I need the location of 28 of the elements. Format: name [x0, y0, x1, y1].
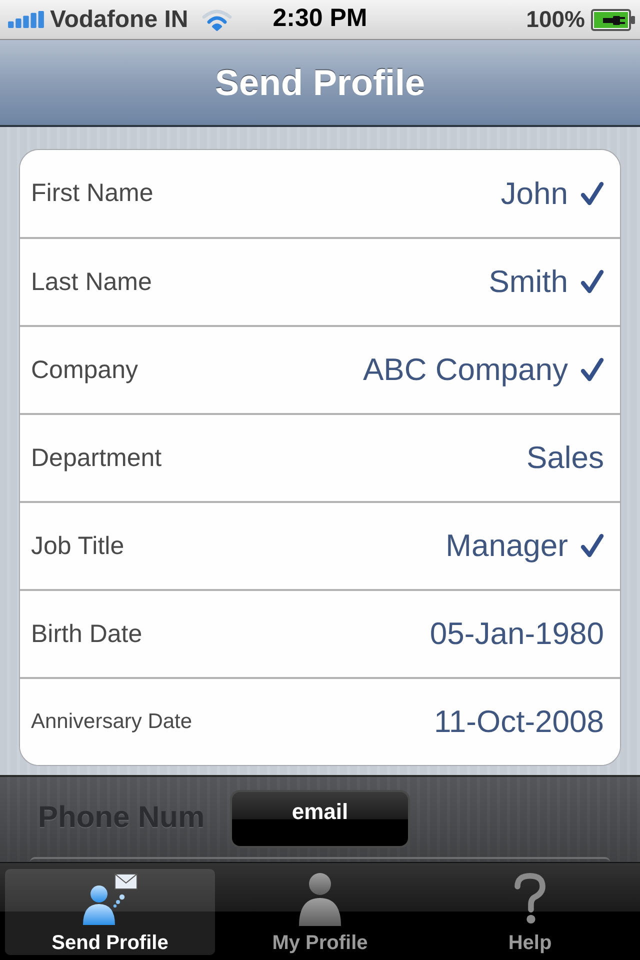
person-icon	[298, 872, 342, 928]
battery-percentage: 100%	[526, 6, 585, 33]
wifi-icon	[202, 8, 232, 30]
field-label: Last Name	[31, 268, 153, 296]
field-value: 05-Jan-1980	[430, 616, 604, 652]
field-label: First Name	[31, 179, 154, 208]
nav-title: Send Profile	[214, 62, 426, 104]
field-label: Department	[31, 444, 163, 472]
field-value: Manager	[446, 528, 568, 564]
help-icon	[513, 873, 547, 925]
field-value: John	[500, 176, 568, 212]
email-button[interactable]: email	[230, 790, 410, 848]
field-value: Sales	[526, 440, 604, 476]
field-value: Smith	[488, 264, 568, 300]
status-time: 2:30 PM	[272, 4, 368, 33]
field-value: 11-Oct-2008	[434, 704, 604, 740]
field-label: Anniversary Date	[31, 710, 194, 734]
field-value: ABC Company	[362, 352, 568, 388]
tab-item[interactable]: Send Profile	[5, 869, 215, 955]
field-label: Job Title	[31, 532, 126, 560]
carrier-name: Vodafone IN	[50, 6, 188, 34]
field-label: Company	[31, 356, 139, 384]
person-envelope-icon	[81, 873, 139, 927]
field-label: Birth Date	[31, 620, 144, 648]
tab-item[interactable]: Help	[425, 869, 635, 955]
battery-charging-icon	[591, 8, 635, 30]
tab-item[interactable]: My Profile	[215, 869, 425, 955]
signal-bars-icon	[8, 11, 44, 28]
